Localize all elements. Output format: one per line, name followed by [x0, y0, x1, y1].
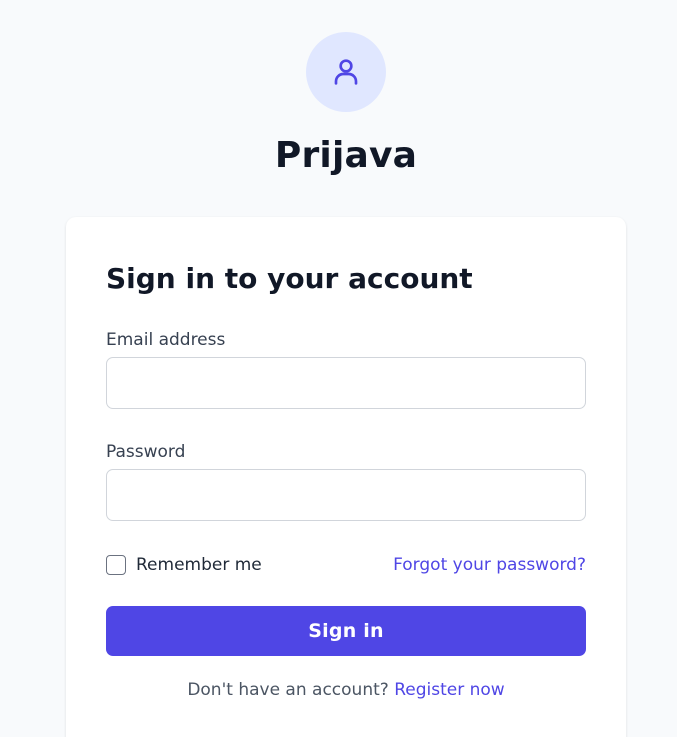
avatar [306, 32, 386, 112]
remember-me-row: Remember me [106, 552, 262, 578]
register-row: Don't have an account? Register now [66, 679, 626, 701]
password-label: Password [106, 442, 186, 462]
remember-me-label[interactable]: Remember me [136, 554, 262, 576]
sign-in-button[interactable]: Sign in [106, 606, 586, 656]
password-field[interactable] [106, 469, 586, 521]
email-label: Email address [106, 330, 226, 350]
register-prompt: Don't have an account? [187, 680, 395, 700]
login-card: Sign in to your account Email address Pa… [66, 217, 626, 737]
register-link[interactable]: Register now [394, 680, 504, 700]
card-heading: Sign in to your account [106, 262, 473, 295]
user-icon [334, 59, 358, 85]
remember-me-checkbox[interactable] [106, 555, 126, 575]
forgot-password-link[interactable]: Forgot your password? [393, 554, 586, 576]
email-field[interactable] [106, 357, 586, 409]
login-page: Prijava Sign in to your account Email ad… [0, 0, 677, 737]
page-title: Prijava [274, 135, 418, 176]
